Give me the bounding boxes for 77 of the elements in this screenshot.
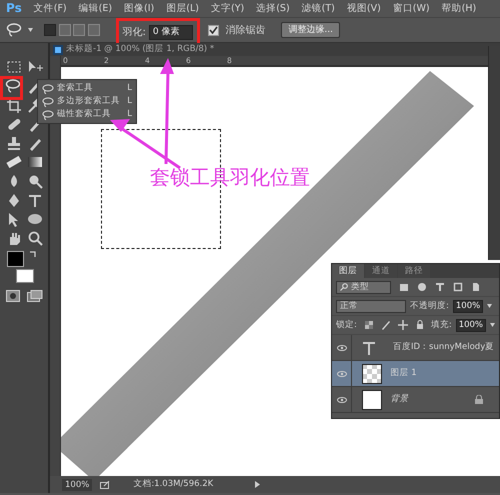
checkbox[interactable] bbox=[208, 24, 220, 36]
lasso-icon[interactable] bbox=[5, 78, 23, 94]
search-icon bbox=[340, 283, 348, 291]
menu-item[interactable]: 帮助(H) bbox=[436, 0, 482, 17]
quick-mask-icon[interactable] bbox=[6, 290, 20, 302]
menu-item[interactable]: 套索工具 L bbox=[38, 82, 136, 95]
circle-filter-icon[interactable] bbox=[417, 282, 427, 292]
document-info: 文档:1.03M/596.2K bbox=[133, 478, 214, 491]
field-label: 羽化: bbox=[122, 26, 146, 40]
type-icon bbox=[362, 340, 376, 354]
highlight-frame bbox=[0, 76, 23, 100]
lasso-icon bbox=[42, 110, 54, 120]
lock-label: 锁定: bbox=[336, 318, 357, 332]
checkbox-label: 消除锯齿 bbox=[225, 24, 266, 38]
layer-thumbnail bbox=[362, 390, 382, 410]
ellipse-icon[interactable] bbox=[26, 211, 44, 227]
refine-edge-button[interactable]: 调整边缘... bbox=[281, 22, 340, 38]
page-filter-icon[interactable] bbox=[471, 282, 481, 292]
panel-tab[interactable]: 图层 bbox=[332, 264, 364, 278]
panel-tab[interactable]: 路径 bbox=[398, 264, 430, 278]
layer-row[interactable]: 背景 bbox=[332, 387, 499, 413]
panel-tab[interactable]: 通道 bbox=[365, 264, 397, 278]
fill-label: 填充: bbox=[430, 318, 452, 332]
export-icon[interactable] bbox=[100, 480, 110, 488]
zoom-level[interactable]: 100% bbox=[62, 478, 92, 490]
type-icon[interactable] bbox=[26, 192, 44, 208]
opacity-field[interactable]: 100% bbox=[452, 300, 484, 312]
ps-doc-icon bbox=[53, 44, 63, 54]
eye-icon[interactable] bbox=[336, 370, 346, 376]
opacity-label: 不透明度: bbox=[410, 300, 449, 312]
layer-name: 背景 bbox=[390, 393, 408, 406]
feather-field[interactable]: 0 像素 bbox=[148, 24, 193, 40]
blend-mode-dropdown[interactable]: 正常 bbox=[336, 300, 406, 312]
image-filter-icon[interactable] bbox=[399, 282, 409, 292]
lasso-icon bbox=[42, 96, 54, 106]
type-filter-icon[interactable] bbox=[435, 282, 445, 292]
layer-name: 图层 1 bbox=[390, 367, 417, 380]
menu-item[interactable]: 多边形套索工具 L bbox=[38, 95, 136, 108]
lock-icon[interactable] bbox=[414, 320, 425, 330]
annotation-text: 套锁工具羽化位置 bbox=[150, 164, 310, 190]
menu-item[interactable]: 磁性套索工具 L bbox=[38, 108, 136, 121]
menu-item[interactable]: 图像(I) bbox=[118, 0, 160, 17]
filter-dropdown[interactable]: 类型 bbox=[336, 280, 391, 294]
menu-item[interactable]: 选择(S) bbox=[250, 0, 296, 17]
caret-icon[interactable] bbox=[28, 28, 33, 32]
foreground-color-swatch[interactable] bbox=[7, 251, 24, 267]
layer-row[interactable]: 图层 1 bbox=[332, 361, 499, 387]
menu-item[interactable]: 窗口(W) bbox=[386, 0, 436, 17]
screen-mode-icon[interactable] bbox=[27, 290, 43, 302]
menu-item[interactable]: 文件(F) bbox=[28, 0, 73, 17]
brush-lock-icon[interactable] bbox=[380, 320, 391, 330]
move-lock-icon[interactable] bbox=[398, 320, 408, 330]
layer-name: 百度ID：sunnyMelody夏 bbox=[393, 341, 494, 354]
lasso-icon[interactable] bbox=[6, 22, 22, 38]
play-icon[interactable] bbox=[255, 481, 260, 488]
shape-filter-icon[interactable] bbox=[453, 282, 463, 292]
zoom-icon[interactable] bbox=[26, 230, 44, 246]
menu-item[interactable]: 文字(Y) bbox=[204, 0, 250, 17]
fill-field[interactable]: 100% bbox=[456, 318, 486, 332]
gradient-icon[interactable] bbox=[26, 154, 44, 170]
eye-icon[interactable] bbox=[336, 344, 346, 350]
background-color-swatch[interactable] bbox=[16, 269, 34, 283]
caret-icon[interactable] bbox=[487, 304, 492, 308]
transparent-thumbnail bbox=[362, 364, 382, 384]
caret-icon[interactable] bbox=[490, 323, 495, 327]
menu-item[interactable]: 滤镜(T) bbox=[296, 0, 341, 17]
lock-icon bbox=[475, 395, 483, 404]
lasso-icon bbox=[42, 84, 54, 94]
menu-item[interactable]: 视图(V) bbox=[340, 0, 387, 17]
logo: Ps bbox=[5, 0, 23, 17]
stamp-icon[interactable] bbox=[5, 135, 23, 151]
menu-item[interactable]: 图层(L) bbox=[160, 0, 205, 17]
eye-icon[interactable] bbox=[336, 396, 346, 402]
marquee-icon[interactable] bbox=[5, 59, 23, 75]
menu-item[interactable]: 编辑(E) bbox=[72, 0, 118, 17]
checker-lock-icon[interactable] bbox=[364, 320, 374, 330]
crop-icon[interactable] bbox=[5, 97, 23, 113]
